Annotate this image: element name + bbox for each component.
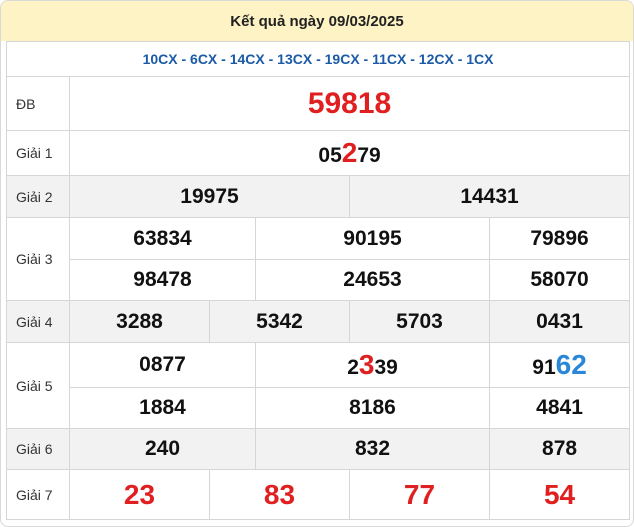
prize-g5-3-pre: 91 <box>532 356 556 379</box>
prize-g4-1: 3288 <box>69 300 210 343</box>
prize-g5-1-text: 0877 <box>139 353 186 376</box>
prize-g5-2: 2339 <box>255 342 490 388</box>
prize-g6-2: 832 <box>255 428 490 470</box>
prize-g5-3: 9162 <box>488 342 631 388</box>
results-card: Kết quả ngày 09/03/2025 10CX - 6CX - 14C… <box>0 0 634 527</box>
prize-g3-4: 98478 <box>69 259 256 301</box>
prize-g5-2-pre: 2 <box>347 356 359 379</box>
province-codes: 10CX - 6CX - 14CX - 13CX - 19CX - 11CX -… <box>5 41 631 77</box>
prize-g5-2-highlight: 3 <box>358 349 375 380</box>
prize-g1: 05279 <box>68 130 631 176</box>
label-g6: Giải 6 <box>6 428 70 470</box>
label-g2: Giải 2 <box>6 175 70 218</box>
prize-g7-2: 83 <box>209 469 350 520</box>
prize-g6-3: 878 <box>488 428 631 470</box>
prize-db: 59818 <box>68 76 631 131</box>
prize-g2-2: 14431 <box>348 175 631 218</box>
label-g5: Giải 5 <box>6 342 70 429</box>
prize-g5-6: 4841 <box>488 387 631 429</box>
prize-g7-3: 77 <box>349 469 490 520</box>
label-g4: Giải 4 <box>6 300 70 343</box>
prize-g7-4: 54 <box>488 469 631 520</box>
prize-g4-3: 5703 <box>349 300 490 343</box>
prize-g2-1: 19975 <box>69 175 350 218</box>
prize-g4-4: 0431 <box>488 300 631 343</box>
page-title: Kết quả ngày 09/03/2025 <box>1 1 633 41</box>
prize-g7-1: 23 <box>69 469 210 520</box>
prize-g3-1: 63834 <box>69 217 256 260</box>
prize-g3-2: 90195 <box>255 217 490 260</box>
prize-g3-6: 58070 <box>488 259 631 301</box>
prize-g4-2: 5342 <box>209 300 350 343</box>
prize-g6-1: 240 <box>69 428 256 470</box>
label-g7: Giải 7 <box>6 469 70 520</box>
prize-g5-5: 8186 <box>255 387 490 429</box>
label-g3: Giải 3 <box>6 217 70 301</box>
prize-g5-3-highlight: 62 <box>555 349 587 380</box>
prize-g1-post: 79 <box>357 144 381 167</box>
label-g1: Giải 1 <box>6 130 70 176</box>
prize-g1-highlight: 2 <box>341 137 358 168</box>
prize-g5-1: 0877 <box>69 342 256 388</box>
prize-g5-4: 1884 <box>69 387 256 429</box>
prize-g3-3: 79896 <box>488 217 631 260</box>
results-table: 10CX - 6CX - 14CX - 13CX - 19CX - 11CX -… <box>5 41 631 520</box>
prize-g1-pre: 05 <box>318 144 342 167</box>
prize-g5-2-post: 39 <box>374 356 398 379</box>
prize-g3-5: 24653 <box>255 259 490 301</box>
label-db: ĐB <box>6 76 70 131</box>
